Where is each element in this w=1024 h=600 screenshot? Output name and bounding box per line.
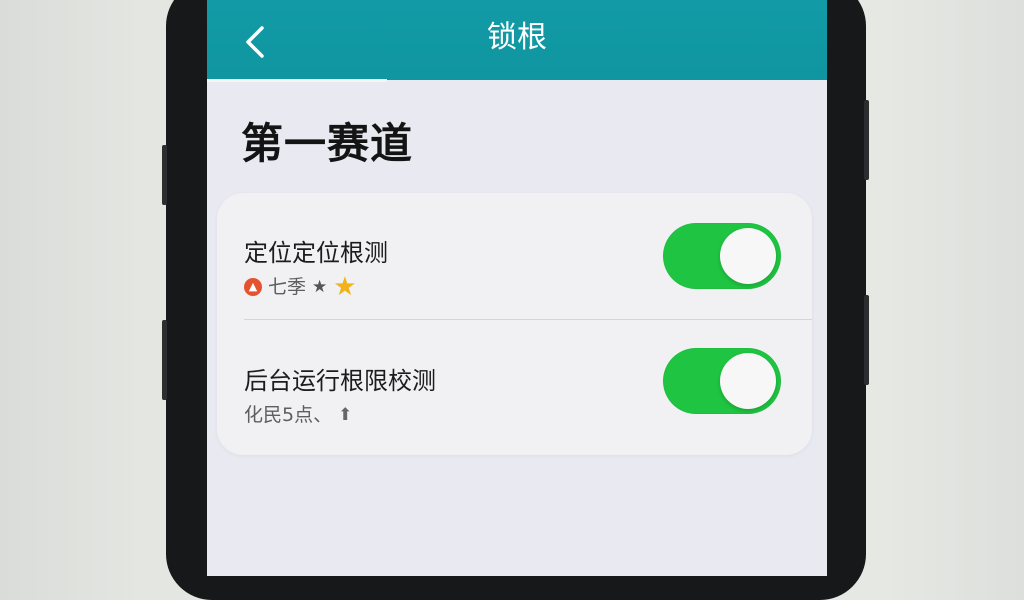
toggle-knob <box>720 228 776 284</box>
location-toggle[interactable] <box>663 223 781 289</box>
phone-screen: 锁根 第一赛道 定位定位根测 ▲ 七季 ★ ★ 后台运行根限校测 化民5点、 ⬆ <box>207 0 827 576</box>
star-icon: ★ <box>333 272 357 302</box>
section-title: 第一赛道 <box>241 119 414 168</box>
setting-label: 后台运行根限校测 <box>244 367 436 395</box>
phone-side-button <box>162 145 167 205</box>
setting-row-background: 后台运行根限校测 化民5点、 ⬆ <box>217 321 812 451</box>
setting-subtitle: 化民5点、 <box>244 404 333 426</box>
phone-side-button <box>864 295 869 385</box>
row-divider <box>244 319 812 320</box>
star-icon: ★ <box>312 277 328 297</box>
background-run-toggle[interactable] <box>663 348 781 414</box>
tab-indicator <box>207 79 387 82</box>
back-button[interactable] <box>235 20 275 64</box>
phone-side-button <box>864 100 869 180</box>
setting-row-location: 定位定位根测 ▲ 七季 ★ ★ <box>217 193 812 323</box>
location-badge-icon: ▲ <box>244 278 262 296</box>
toggle-knob <box>720 353 776 409</box>
settings-card: 定位定位根测 ▲ 七季 ★ ★ 后台运行根限校测 化民5点、 ⬆ <box>217 193 812 455</box>
setting-subtitle: 七季 <box>268 276 307 298</box>
phone-side-button <box>162 320 167 400</box>
setting-subtitle-row: ▲ 七季 ★ ★ <box>244 272 357 302</box>
app-bar: 锁根 <box>207 0 827 80</box>
setting-label: 定位定位根测 <box>244 239 388 267</box>
setting-subtitle-row: 化民5点、 ⬆ <box>244 403 352 427</box>
arrow-up-icon: ⬆ <box>338 405 353 425</box>
chevron-left-icon <box>246 26 264 58</box>
app-bar-title: 锁根 <box>487 20 547 55</box>
